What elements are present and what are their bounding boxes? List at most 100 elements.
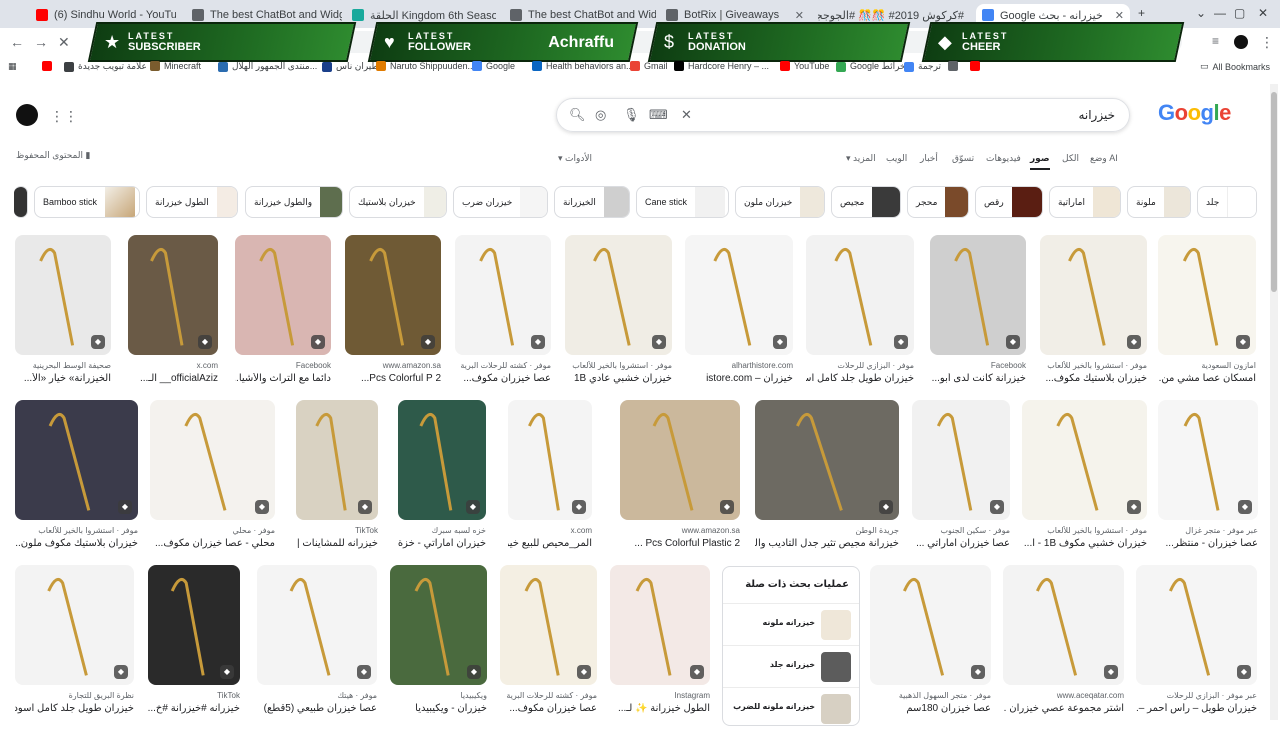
result-source[interactable]: خزه لسبه سبرك — [398, 526, 486, 535]
save-collection-icon[interactable]: ◆ — [220, 665, 234, 679]
result-title[interactable]: محلي - عصا خيزران مكوف... — [150, 538, 275, 549]
result-title[interactable]: عصا خيزران مكوف... — [455, 373, 551, 384]
image-result[interactable]: ◆ موفر · سكين الجنوب عصا خيزران اماراتي ..… — [912, 400, 1010, 550]
result-thumbnail[interactable]: ◆ — [15, 400, 138, 520]
filter-images[interactable]: صور — [1030, 153, 1050, 170]
minimize-icon[interactable]: — — [1214, 6, 1226, 20]
result-title[interactable]: خيزران خشبي مكوف 1B - ا... — [1022, 538, 1147, 549]
chip-related[interactable]: خيزران ملون — [735, 186, 825, 218]
save-collection-icon[interactable]: ◆ — [1127, 500, 1141, 514]
result-source[interactable]: موفر · استشروا بالخير للألعاب — [1040, 361, 1147, 370]
image-result[interactable]: ◆ x.com officialAziz__ الـ... — [128, 235, 218, 385]
result-thumbnail[interactable]: ◆ — [128, 235, 218, 355]
result-title[interactable]: المر_محيص للبيع خيزر... — [508, 538, 592, 549]
save-collection-icon[interactable]: ◆ — [198, 335, 212, 349]
save-collection-icon[interactable]: ◆ — [358, 500, 372, 514]
result-source[interactable]: Instagram — [610, 691, 710, 700]
chip-related[interactable]: Cane stick — [636, 186, 729, 218]
image-result[interactable]: ◆ Facebook خيزرانة كانت لدى أبو... — [930, 235, 1026, 385]
filter-all[interactable]: الكل — [1062, 153, 1079, 164]
result-source[interactable]: موفر · استشروا بالخير للألعاب — [15, 526, 138, 535]
filter-ai-mode[interactable]: وضع AI — [1090, 153, 1118, 164]
result-source[interactable]: عبر موفر · متجر غزال — [1158, 526, 1258, 535]
all-bookmarks[interactable]: ▭ All Bookmarks — [1200, 61, 1270, 72]
result-source[interactable]: جريدة الوطن — [755, 526, 899, 535]
image-result[interactable]: ◆ موفر · كشته للرحلات البرية عصا خيزران مك… — [455, 235, 551, 385]
result-title[interactable]: خيزران طويل جلد كامل اسود — [15, 703, 134, 714]
result-title[interactable]: خيزران بلاستيك مكوف... — [1040, 373, 1147, 384]
filter-more[interactable]: ▾ المزيد — [846, 153, 876, 164]
image-result[interactable]: ◆ Instagram الطول خيزرانة ✨ لـ... — [610, 565, 710, 715]
save-collection-icon[interactable]: ◆ — [255, 500, 269, 514]
result-thumbnail[interactable]: ◆ — [1136, 565, 1257, 685]
save-collection-icon[interactable]: ◆ — [990, 500, 1004, 514]
result-title[interactable]: خيزرانه للمشاينات | k... — [296, 538, 378, 549]
tab-search-icon[interactable]: ⌄ — [1196, 6, 1206, 20]
google-logo[interactable]: Google — [1158, 100, 1231, 126]
bookmark-item[interactable] — [966, 61, 980, 71]
search-icon[interactable]: 🔍︎ — [569, 107, 586, 123]
result-title[interactable]: خيزرانه #خيزرانة #خ... — [148, 703, 240, 714]
result-title[interactable]: خيزرانة كانت لدى أبو... — [930, 373, 1026, 384]
save-collection-icon[interactable]: ◆ — [357, 665, 371, 679]
bookmark-item[interactable]: علامة تبويب جديدة — [60, 61, 147, 72]
image-result[interactable]: ◆ عبر موفر · متجر غزال عصا خيزران - منتظر.… — [1158, 400, 1258, 550]
image-result[interactable]: ◆ عبر موفر · البزازي للرحلات خيزران طويل –… — [1136, 565, 1257, 715]
result-title[interactable]: خيزران بلاستيك مكوف ملون... — [15, 538, 138, 549]
result-thumbnail[interactable]: ◆ — [1022, 400, 1147, 520]
result-source[interactable]: موفر · متجر السهول الذهبية — [870, 691, 991, 700]
result-thumbnail[interactable]: ◆ — [398, 400, 486, 520]
result-thumbnail[interactable]: ◆ — [235, 235, 331, 355]
result-title[interactable]: امسكان عصا مشي من... — [1158, 373, 1256, 384]
result-title[interactable]: 2 Pcs Colorful P... — [345, 373, 441, 384]
result-thumbnail[interactable]: ◆ — [620, 400, 740, 520]
result-thumbnail[interactable]: ◆ — [455, 235, 551, 355]
result-thumbnail[interactable]: ◆ — [15, 235, 111, 355]
result-title[interactable]: عصا خيزران اماراتي ... — [912, 538, 1010, 549]
account-avatar[interactable] — [16, 104, 38, 126]
result-title[interactable]: 2 Pcs Colorful Plastic ... — [620, 538, 740, 549]
clear-search-icon[interactable]: ✕ — [681, 107, 692, 123]
result-source[interactable]: www.aceqatar.com — [1003, 691, 1124, 700]
related-search-item[interactable]: خيزرانه ملونه — [723, 603, 859, 645]
save-collection-icon[interactable]: ◆ — [572, 500, 586, 514]
image-result[interactable]: ◆ موفر · متجر السهول الذهبية عصا خيزران 18… — [870, 565, 991, 715]
image-result[interactable]: ◆ صحيفة الوسط البحرينية الخيزرانة» خيار «ا… — [15, 235, 111, 385]
result-source[interactable]: موفر · كشته للرحلات البرية — [500, 691, 597, 700]
result-source[interactable]: TikTok — [148, 691, 240, 700]
forward-arrow-icon[interactable]: → — [34, 34, 48, 50]
image-result[interactable]: ◆ TikTok خيزرانه للمشاينات | k... — [296, 400, 378, 550]
save-collection-icon[interactable]: ◆ — [1006, 335, 1020, 349]
result-source[interactable]: صحيفة الوسط البحرينية — [15, 361, 111, 370]
result-thumbnail[interactable]: ◆ — [500, 565, 597, 685]
page-scrollbar[interactable] — [1270, 84, 1278, 720]
filter-news[interactable]: أخبار — [920, 153, 938, 164]
result-title[interactable]: دائما مع التراث والأشيا... — [235, 373, 331, 384]
result-thumbnail[interactable]: ◆ — [257, 565, 377, 685]
save-collection-icon[interactable]: ◆ — [652, 335, 666, 349]
image-result[interactable]: ◆ Facebook دائما مع التراث والأشيا... — [235, 235, 331, 385]
image-result[interactable]: ◆ نظرة البريق للتجارة خيزران طويل جلد كامل… — [15, 565, 134, 715]
scrollbar-thumb[interactable] — [1271, 92, 1277, 292]
save-collection-icon[interactable]: ◆ — [531, 335, 545, 349]
result-title[interactable]: خيزران اماراتي - خزة... — [398, 538, 486, 549]
save-collection-icon[interactable]: ◆ — [1127, 335, 1141, 349]
filter-videos[interactable]: فيديوهات — [986, 153, 1021, 164]
result-source[interactable]: موفر · هيتك — [257, 691, 377, 700]
bookmark-item[interactable]: Hardcore Henry – ... — [670, 61, 769, 71]
close-tab-icon[interactable]: ✕ — [1109, 9, 1124, 22]
result-title[interactable]: عصا خيزران طبيعي (5قطع) — [257, 703, 377, 714]
save-collection-icon[interactable]: ◆ — [467, 665, 481, 679]
bookmark-item[interactable]: Gmail — [626, 61, 668, 71]
chips-scroll[interactable] — [14, 186, 28, 218]
result-thumbnail[interactable]: ◆ — [390, 565, 487, 685]
save-collection-icon[interactable]: ◆ — [91, 335, 105, 349]
microphone-icon[interactable]: 🎙︎ — [623, 107, 640, 123]
result-thumbnail[interactable]: ◆ — [930, 235, 1026, 355]
apps-grid-icon[interactable]: ▦ — [8, 61, 17, 72]
result-source[interactable]: امازون السعودية — [1158, 361, 1256, 370]
chip-related[interactable]: جلد — [1197, 186, 1257, 218]
save-collection-icon[interactable]: ◆ — [1104, 665, 1118, 679]
chip-related[interactable]: ملونة — [1127, 186, 1191, 218]
result-thumbnail[interactable]: ◆ — [685, 235, 793, 355]
